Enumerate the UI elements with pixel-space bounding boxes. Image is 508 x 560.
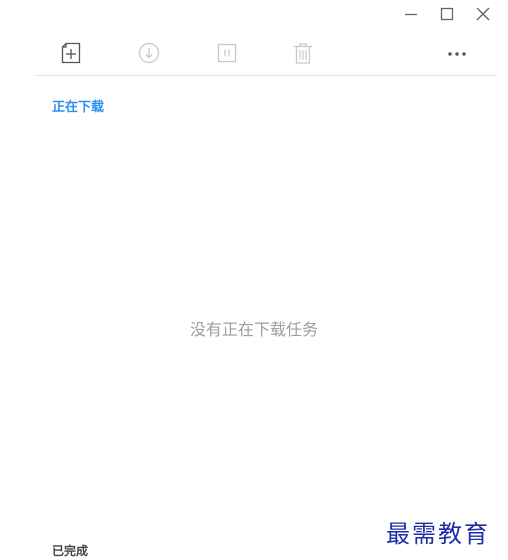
completed-section-title[interactable]: 已完成	[52, 542, 88, 559]
more-button[interactable]	[442, 38, 472, 68]
delete-button[interactable]	[288, 38, 318, 68]
more-icon	[448, 52, 466, 56]
delete-icon	[294, 43, 312, 64]
downloading-section-title[interactable]: 正在下载	[52, 96, 104, 115]
close-icon	[476, 7, 490, 21]
minimize-icon	[405, 13, 417, 16]
new-task-icon	[61, 42, 81, 64]
toolbar	[36, 34, 497, 76]
start-download-button[interactable]	[134, 38, 164, 68]
start-download-icon	[138, 42, 160, 64]
pause-button[interactable]	[212, 38, 242, 68]
pause-icon	[217, 43, 237, 63]
minimize-button[interactable]	[400, 3, 422, 25]
maximize-icon	[440, 7, 454, 21]
empty-downloading-message: 没有正在下载任务	[189, 320, 318, 339]
close-button[interactable]	[472, 3, 494, 25]
watermark-logo: 最需教育	[386, 520, 490, 548]
new-task-button[interactable]	[56, 38, 86, 68]
maximize-button[interactable]	[436, 3, 458, 25]
window-controls	[400, 0, 494, 28]
